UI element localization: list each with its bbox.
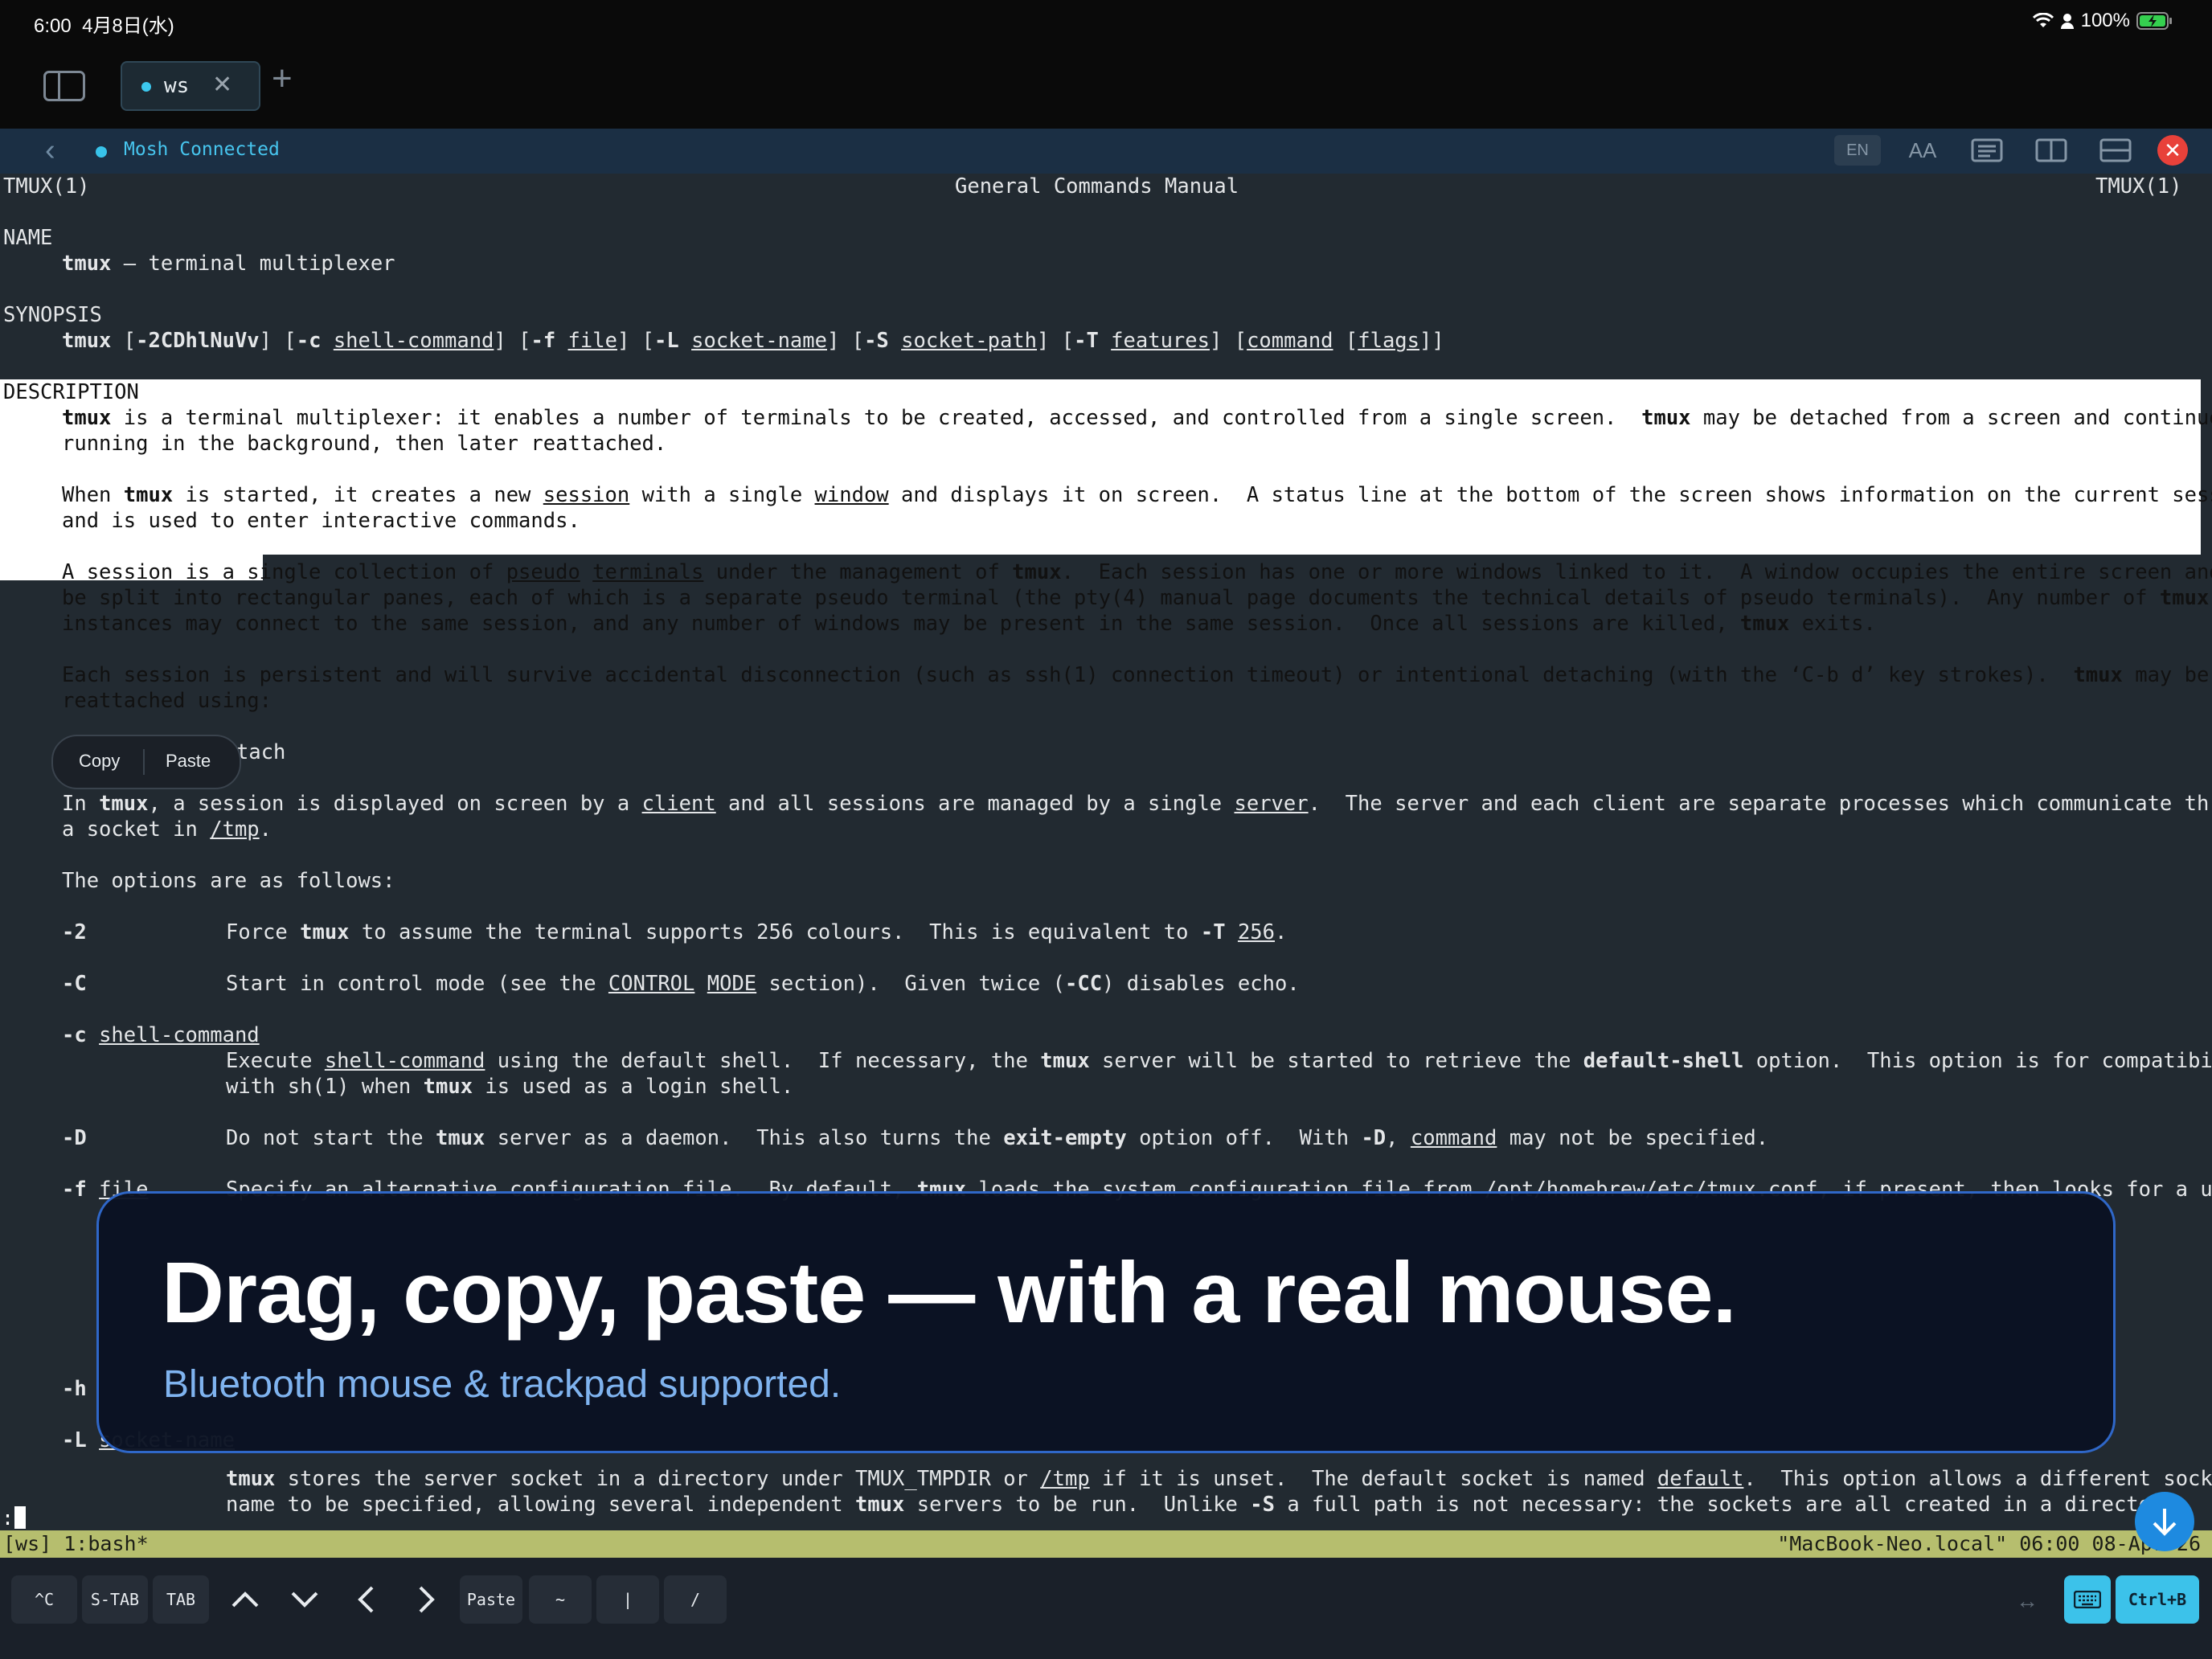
option-flag: -c shell-command [62,1023,260,1047]
desc-line: tach [236,740,286,764]
option-desc: tmux stores the server socket in a direc… [226,1467,2212,1491]
keyboard-icon[interactable] [2064,1575,2111,1624]
desc-line: a socket in /tmp. [62,817,272,842]
desc-line: tmux is a terminal multiplexer: it enabl… [62,406,2212,430]
clock: 6:00 4月8日(水) [34,15,174,37]
close-tab-icon[interactable]: ✕ [212,71,232,99]
option-desc: Execute shell-command using the default … [226,1049,2212,1073]
promo-banner: Drag, copy, paste — with a real mouse. B… [96,1191,2116,1453]
status-indicators: 100% [2032,10,2173,32]
tmux-status-bar: [ws] 1:bash* "MacBook-Neo.local" 06:00 0… [0,1530,2212,1558]
key-tilde[interactable]: ~ [529,1575,592,1624]
scroll-to-bottom-icon[interactable] [2135,1492,2194,1551]
command-prompt: : [2,1506,14,1530]
name-line: tmux – terminal multiplexer [62,252,395,276]
connection-dot-icon [96,146,107,158]
session-toolbar: EN AA ✕ [1834,133,2188,167]
tmux-window-list: [ws] 1:bash* [3,1532,149,1555]
disconnect-icon[interactable]: ✕ [2157,135,2188,166]
tab-bar: ws ✕ + [0,45,2212,129]
desc-line: instances may connect to the same sessio… [62,612,1876,636]
key-ctrl-c[interactable]: ^C [11,1575,77,1624]
add-tab-button[interactable]: + [272,61,293,96]
connection-bar: ‹ Mosh Connected EN AA ✕ [0,129,2212,174]
section-synopsis-heading: SYNOPSIS [3,303,102,327]
battery-percent: 100% [2080,10,2130,31]
option-desc: Do not start the tmux server as a daemon… [226,1126,1769,1150]
man-header-center: General Commands Manual [955,174,1239,199]
input-language-button[interactable]: EN [1834,135,1881,166]
wifi-icon [2032,13,2054,27]
desc-line: be split into rectangular panes, each of… [62,586,2210,610]
key-slash[interactable]: / [664,1575,727,1624]
paste-menu-button[interactable]: Paste [166,751,211,772]
section-name-heading: NAME [3,226,53,250]
text-view-icon[interactable] [1964,133,2009,167]
ios-status-bar: 6:00 4月8日(水) 100% [0,0,2212,45]
session-dot-icon [141,82,151,92]
tab-label: ws [164,74,190,98]
option-desc: with sh(1) when tmux is used as a login … [226,1075,794,1099]
synopsis-line: tmux [-2CDhlNuVv] [-c shell-command] [-f… [62,329,1444,353]
copy-button[interactable]: Copy [79,751,120,772]
desc-line: A session is a single collection of pseu… [62,560,2212,584]
text-cursor [14,1506,26,1529]
option-desc: name to be specified, allowing several i… [226,1493,2176,1517]
context-menu: Copy Paste [51,735,241,789]
key-pipe[interactable]: | [596,1575,659,1624]
person-icon [2060,14,2074,29]
section-description-heading: DESCRIPTION [3,380,139,404]
option-flag: -D [62,1126,87,1150]
split-vertical-icon[interactable] [2029,133,2074,167]
desc-line: When tmux is started, it creates a new s… [62,483,2212,507]
desc-line: In tmux, a session is displayed on scree… [62,792,2212,816]
desc-line: reattached using: [62,689,272,713]
desc-line: The options are as follows: [62,869,395,893]
promo-subtitle: Bluetooth mouse & trackpad supported. [163,1363,842,1406]
option-desc: Force tmux to assume the terminal suppor… [226,920,1288,944]
tab-ws[interactable]: ws ✕ [121,61,260,111]
desc-line: running in the background, then later re… [62,432,667,456]
resize-handle-icon[interactable]: ↔ [2016,1588,2038,1614]
option-flag: -C [62,972,87,996]
extra-keys-bar: ^C S-TAB TAB Paste ~ | / ↔ Ctrl+B [0,1558,2212,1659]
key-shift-tab[interactable]: S-TAB [82,1575,148,1624]
promo-headline: Drag, copy, paste — with a real mouse. [162,1243,1737,1341]
sidebar-toggle-icon[interactable] [43,71,85,101]
key-tab[interactable]: TAB [153,1575,209,1624]
key-ctrl-b[interactable]: Ctrl+B [2116,1575,2199,1624]
menu-divider [143,749,145,775]
arrow-up-icon[interactable] [217,1575,273,1624]
option-flag: -2 [62,920,87,944]
desc-line: Each session is persistent and will surv… [62,663,2210,687]
option-flag: -h [62,1377,87,1401]
key-paste[interactable]: Paste [460,1575,522,1624]
font-size-button[interactable]: AA [1900,133,1945,167]
split-horizontal-icon[interactable] [2093,133,2138,167]
arrow-right-icon[interactable] [399,1575,455,1624]
battery-charging-icon [2136,12,2172,30]
back-chevron-icon[interactable]: ‹ [45,133,55,168]
man-header-right: TMUX(1) [2095,174,2182,199]
man-header-left: TMUX(1) [3,174,90,199]
arrow-down-icon[interactable] [276,1575,333,1624]
arrow-left-icon[interactable] [338,1575,394,1624]
option-desc: Start in control mode (see the CONTROL M… [226,972,1300,996]
desc-line: and is used to enter interactive command… [62,509,580,533]
connection-status: Mosh Connected [124,139,280,160]
